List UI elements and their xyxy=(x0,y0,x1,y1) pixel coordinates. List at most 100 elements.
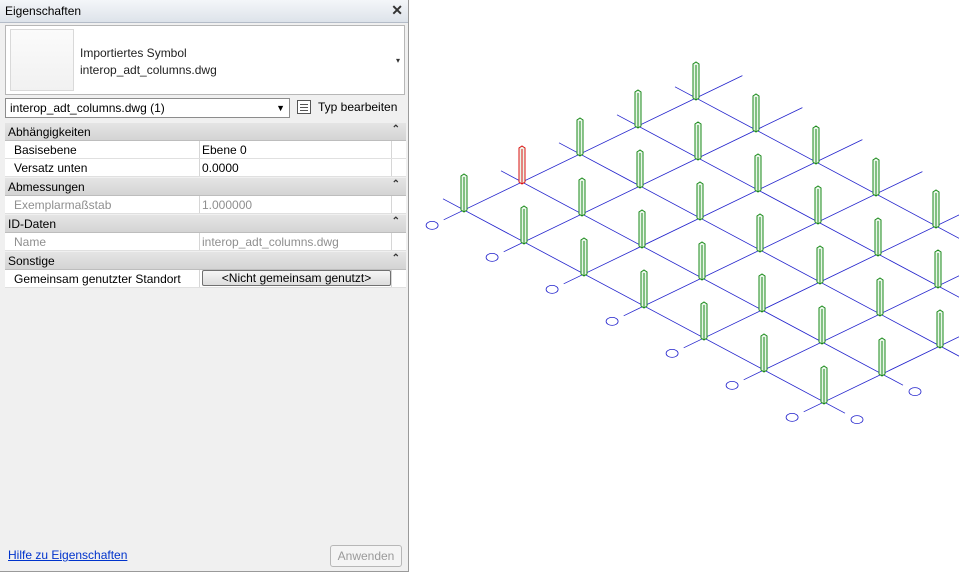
edit-type-label: Typ bearbeiten xyxy=(318,100,398,114)
column-shaft xyxy=(818,305,826,345)
column[interactable] xyxy=(640,269,648,309)
group-header-other[interactable]: Sonstige ⌃ xyxy=(5,252,406,270)
grid-bubble[interactable] xyxy=(665,348,679,358)
type-family-label: Importiertes Symbol xyxy=(80,46,187,60)
column[interactable] xyxy=(872,157,880,197)
column-shaft xyxy=(932,189,940,229)
column-divider xyxy=(391,141,392,158)
edit-type-button[interactable]: Typ bearbeiten xyxy=(297,98,407,118)
group-header-constraints[interactable]: Abhängigkeiten ⌃ xyxy=(5,123,406,141)
column[interactable] xyxy=(578,177,586,217)
property-value: interop_adt_columns.dwg xyxy=(202,235,339,249)
help-link[interactable]: Hilfe zu Eigenschaften xyxy=(8,548,127,562)
column-divider xyxy=(199,141,200,158)
property-value: 1.000000 xyxy=(202,198,253,212)
property-name: Exemplarmaßstab xyxy=(14,198,112,212)
apply-button[interactable]: Anwenden xyxy=(330,545,402,567)
column[interactable] xyxy=(700,301,708,341)
column[interactable] xyxy=(816,245,824,285)
column-shaft xyxy=(640,269,648,309)
column-shaft xyxy=(876,277,884,317)
column[interactable] xyxy=(638,209,646,249)
column[interactable] xyxy=(752,93,760,133)
collapse-icon[interactable]: ⌃ xyxy=(392,124,400,135)
column[interactable] xyxy=(874,217,882,257)
type-selector-preview[interactable]: Importiertes Symbol interop_adt_columns.… xyxy=(5,25,405,95)
column[interactable] xyxy=(876,277,884,317)
column[interactable] xyxy=(696,181,704,221)
column[interactable] xyxy=(936,309,944,349)
grid-bubble[interactable] xyxy=(605,316,619,326)
column[interactable] xyxy=(756,213,764,253)
grid-bubble[interactable] xyxy=(785,412,799,422)
collapse-icon[interactable]: ⌃ xyxy=(392,253,400,264)
column[interactable] xyxy=(820,365,828,405)
column[interactable] xyxy=(932,189,940,229)
group-label: Abhängigkeiten xyxy=(8,125,91,139)
group-header-dimensions[interactable]: Abmessungen ⌃ xyxy=(5,178,406,196)
group-label: Abmessungen xyxy=(8,180,85,194)
shared-location-button[interactable]: <Nicht gemeinsam genutzt> xyxy=(202,270,391,286)
grid-bubble[interactable] xyxy=(725,380,739,390)
property-value[interactable]: 0.0000 xyxy=(202,161,239,175)
column[interactable] xyxy=(636,149,644,189)
column-shaft xyxy=(758,273,766,313)
instance-filter-dropdown[interactable]: interop_adt_columns.dwg (1) ▼ xyxy=(5,98,290,118)
grid-bubble[interactable] xyxy=(425,220,439,230)
3d-view-canvas[interactable] xyxy=(410,0,959,574)
column[interactable] xyxy=(580,237,588,277)
dropdown-arrow-icon[interactable]: ▼ xyxy=(276,103,285,113)
properties-palette: Eigenschaften ✕ Importiertes Symbol inte… xyxy=(0,0,409,572)
column-divider xyxy=(391,233,392,250)
column[interactable] xyxy=(754,153,762,193)
column[interactable] xyxy=(934,249,942,289)
column[interactable] xyxy=(758,273,766,313)
grid-bubble[interactable] xyxy=(850,415,864,425)
column-shaft xyxy=(520,205,528,245)
column[interactable] xyxy=(694,121,702,161)
column[interactable] xyxy=(692,61,700,101)
property-row[interactable]: Basisebene Ebene 0 xyxy=(5,141,406,159)
edit-type-icon xyxy=(297,100,311,114)
column[interactable] xyxy=(698,241,706,281)
column[interactable] xyxy=(460,173,468,213)
column-shaft xyxy=(638,209,646,249)
grid-line[interactable] xyxy=(743,236,959,381)
group-header-identity[interactable]: ID-Daten ⌃ xyxy=(5,215,406,233)
collapse-icon[interactable]: ⌃ xyxy=(392,179,400,190)
close-icon[interactable]: ✕ xyxy=(391,2,403,19)
property-row: Exemplarmaßstab 1.000000 xyxy=(5,196,406,214)
palette-titlebar[interactable]: Eigenschaften ✕ xyxy=(0,0,408,23)
column[interactable] xyxy=(634,89,642,129)
column-shaft xyxy=(580,237,588,277)
column-shaft xyxy=(700,301,708,341)
column-shaft xyxy=(576,117,584,157)
grid-bubble[interactable] xyxy=(485,252,499,262)
grid-bubble[interactable] xyxy=(908,387,922,397)
column-shaft xyxy=(694,121,702,161)
column-shaft xyxy=(878,337,886,377)
column-divider xyxy=(199,196,200,213)
column[interactable] xyxy=(760,333,768,373)
column-grid-model[interactable] xyxy=(410,0,959,574)
column-divider xyxy=(199,270,200,287)
group-label: Sonstige xyxy=(8,254,55,268)
chevron-down-icon[interactable]: ▾ xyxy=(396,56,400,65)
column[interactable] xyxy=(818,305,826,345)
column-shaft xyxy=(692,61,700,101)
grid-bubble[interactable] xyxy=(545,284,559,294)
column-shaft xyxy=(634,89,642,129)
column-shaft xyxy=(518,145,526,185)
selected-column[interactable] xyxy=(518,145,526,185)
property-value[interactable]: Ebene 0 xyxy=(202,143,247,157)
property-row[interactable]: Gemeinsam genutzter Standort <Nicht geme… xyxy=(5,270,406,288)
column[interactable] xyxy=(520,205,528,245)
column[interactable] xyxy=(814,185,822,225)
collapse-icon[interactable]: ⌃ xyxy=(392,216,400,227)
column[interactable] xyxy=(878,337,886,377)
column[interactable] xyxy=(576,117,584,157)
palette-title: Eigenschaften xyxy=(5,4,82,18)
group-label: ID-Daten xyxy=(8,217,57,231)
property-row[interactable]: Versatz unten 0.0000 xyxy=(5,159,406,177)
column[interactable] xyxy=(812,125,820,165)
